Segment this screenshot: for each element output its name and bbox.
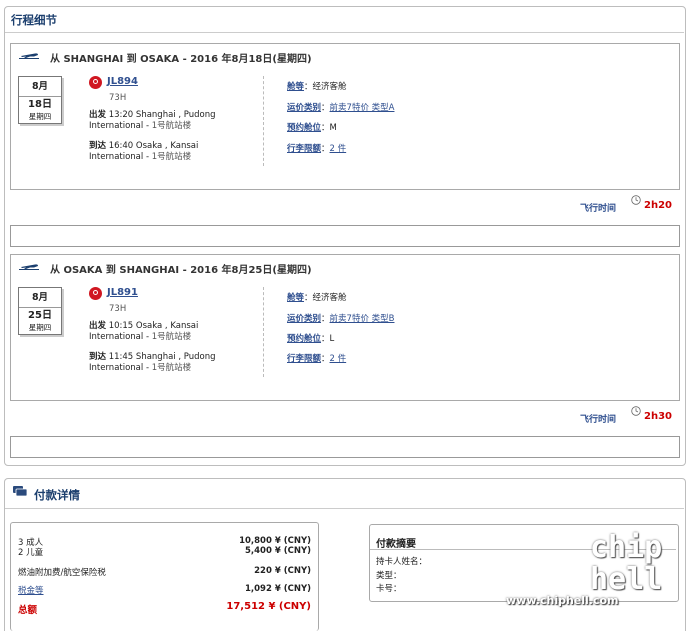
- arrival-time: 11:45: [108, 352, 134, 362]
- flight-duration: 2h20: [644, 200, 672, 211]
- arrival-info: 到达 16:40 Osaka , Kansai International - …: [89, 141, 254, 163]
- calendar-month: 8月: [19, 288, 61, 308]
- child-label: 2 儿童: [18, 548, 44, 558]
- booking-class-value: M: [329, 123, 337, 133]
- itinerary-title-divider: [5, 32, 684, 33]
- baggage-value-link[interactable]: 2 件: [330, 354, 347, 364]
- jal-logo-icon: [89, 287, 102, 300]
- baggage-value-link[interactable]: 2 件: [330, 144, 347, 154]
- arrival-time: 16:40: [108, 141, 134, 151]
- child-price: 5,400 ¥ (CNY): [245, 546, 311, 556]
- chiphell-watermark-url: www.chiphell.com: [506, 594, 619, 607]
- tax-price: 1,092 ¥ (CNY): [245, 584, 311, 594]
- flight-route-title: 从 OSAKA 到 SHANGHAI - 2016 年8月25日(星期四): [50, 265, 312, 276]
- flight-route-title: 从 SHANGHAI 到 OSAKA - 2016 年8月18日(星期四): [50, 54, 312, 65]
- baggage-row: 行李限额：2 件: [287, 354, 347, 364]
- fare-label[interactable]: 运价类别: [287, 314, 321, 324]
- calendar-month: 8月: [19, 77, 61, 97]
- arrival-info: 到达 11:45 Shanghai , Pudong International…: [89, 352, 254, 374]
- baggage-label[interactable]: 行李限额: [287, 354, 321, 364]
- itinerary-title: 行程细节: [11, 13, 57, 27]
- total-label: 总额: [18, 605, 38, 616]
- tax-link[interactable]: 税金等: [18, 584, 44, 596]
- booking-class-row: 预约舱位：L: [287, 334, 335, 344]
- adult-price: 10,800 ¥ (CNY): [239, 536, 311, 546]
- calendar-day: 25日: [28, 310, 52, 321]
- cabin-value: 经济客舱: [312, 82, 347, 92]
- departure-info: 出发 13:20 Shanghai , Pudong International…: [89, 110, 254, 132]
- flight-duration: 2h30: [644, 411, 672, 422]
- calendar-day: 18日: [28, 99, 52, 110]
- fare-value-link[interactable]: 前卖7特价 类型A: [330, 103, 395, 113]
- fare-row: 运价类别：前卖7特价 类型B: [287, 314, 395, 324]
- cabin-label[interactable]: 舱等: [287, 293, 304, 303]
- fare-value-link[interactable]: 前卖7特价 类型B: [330, 314, 395, 324]
- chiphell-watermark-logo: chip hell: [590, 530, 663, 597]
- departure-label: 出发: [89, 110, 107, 120]
- total-price: 17,512 ¥ (CNY): [226, 601, 311, 612]
- payment-title-divider: [5, 508, 684, 509]
- cabin-row: 舱等：经济客舱: [287, 293, 347, 303]
- baggage-row: 行李限额：2 件: [287, 144, 347, 154]
- blank-bar: [10, 225, 680, 247]
- clock-icon: [631, 195, 641, 205]
- details-divider: [263, 287, 264, 377]
- aircraft-type: 73H: [109, 304, 127, 314]
- cabin-row: 舱等：经济客舱: [287, 82, 347, 92]
- card-number-label: 卡号：: [376, 584, 402, 594]
- flight-time-label: 飞行时间: [580, 204, 617, 214]
- calendar-weekday: 星期四: [28, 323, 52, 332]
- flight-time-label: 飞行时间: [580, 415, 617, 425]
- airplane-landing-icon: [19, 264, 39, 270]
- airplane-takeoff-icon: [19, 53, 39, 59]
- jal-logo-icon: [89, 76, 102, 89]
- departure-time: 13:20: [108, 110, 134, 120]
- booking-class-row: 预约舱位：M: [287, 123, 337, 133]
- details-divider: [263, 76, 264, 166]
- card-type-label: 类型：: [376, 571, 402, 581]
- departure-label: 出发: [89, 321, 107, 331]
- booking-class-label[interactable]: 预约舱位: [287, 334, 321, 344]
- payment-title: 付款详情: [34, 488, 80, 502]
- fare-row: 运价类别：前卖7特价 类型A: [287, 103, 395, 113]
- date-calendar-icon: 8月 18日 星期四: [18, 76, 62, 124]
- arrival-terminal: 1号航站楼: [151, 363, 192, 373]
- fare-label[interactable]: 运价类别: [287, 103, 321, 113]
- cabin-value: 经济客舱: [312, 293, 347, 303]
- baggage-label[interactable]: 行李限额: [287, 144, 321, 154]
- calendar-weekday: 星期四: [28, 112, 52, 121]
- departure-info: 出发 10:15 Osaka , Kansai International - …: [89, 321, 254, 343]
- departure-time: 10:15: [108, 321, 134, 331]
- flight-number-link[interactable]: JL891: [107, 287, 138, 298]
- cardholder-label: 持卡人姓名：: [376, 557, 428, 567]
- booking-class-value: L: [329, 334, 335, 344]
- blank-bar: [10, 436, 680, 458]
- clock-icon: [631, 406, 641, 416]
- date-calendar-icon: 8月 25日 星期四: [18, 287, 62, 335]
- cabin-label[interactable]: 舱等: [287, 82, 304, 92]
- fuel-surcharge-label: 燃油附加费/航空保险税: [18, 568, 106, 578]
- payment-summary-title: 付款摘要: [376, 539, 416, 550]
- aircraft-type: 73H: [109, 93, 127, 103]
- fuel-surcharge-price: 220 ¥ (CNY): [254, 566, 311, 576]
- flight-number-link[interactable]: JL894: [107, 76, 138, 87]
- arrival-label: 到达: [89, 352, 107, 362]
- arrival-label: 到达: [89, 141, 107, 151]
- departure-terminal: 1号航站楼: [151, 121, 192, 131]
- arrival-terminal: 1号航站楼: [151, 152, 192, 162]
- payment-card-icon: [13, 486, 28, 497]
- departure-terminal: 1号航站楼: [151, 332, 192, 342]
- booking-class-label[interactable]: 预约舱位: [287, 123, 321, 133]
